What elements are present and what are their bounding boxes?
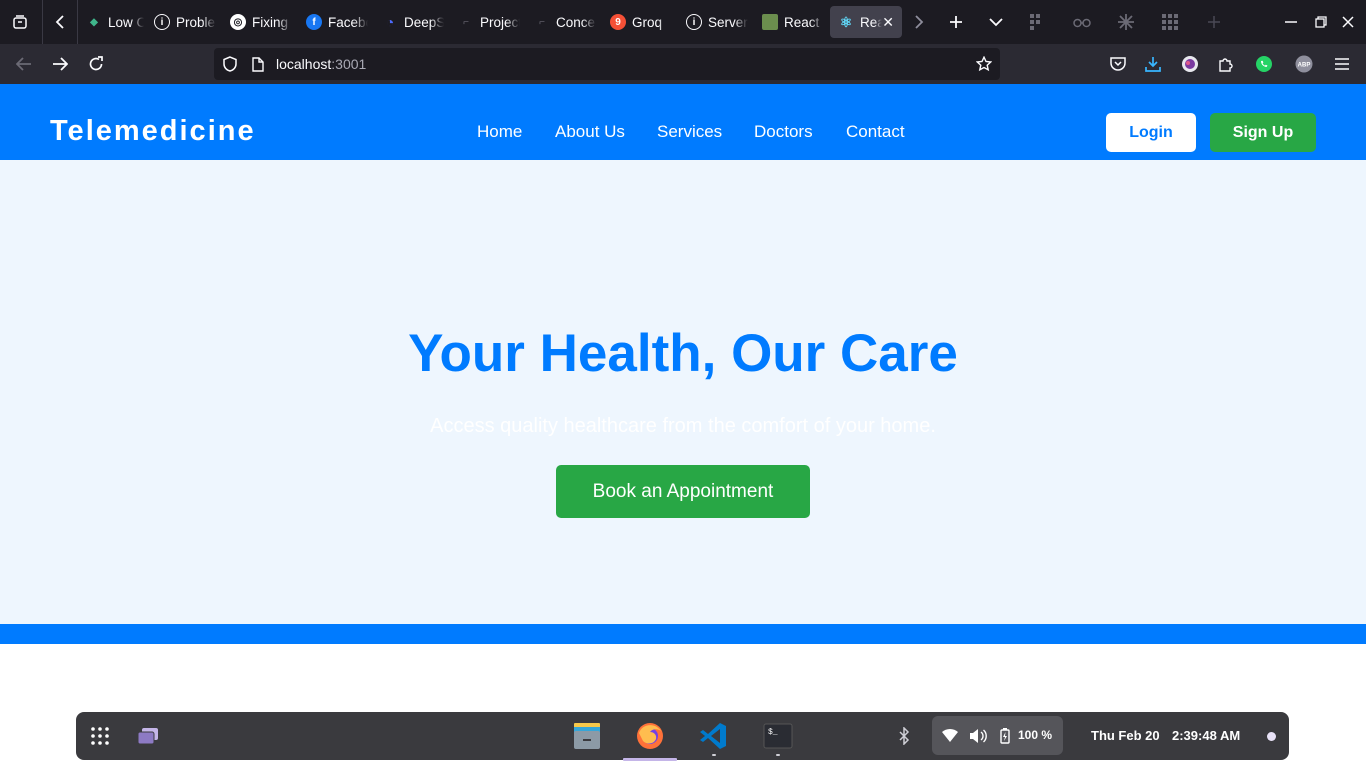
info-icon: i: [154, 14, 170, 30]
tab-fixing[interactable]: ◎ Fixing: [222, 6, 292, 38]
tab-label: React App: [860, 14, 882, 30]
url-bar[interactable]: localhost:3001: [214, 48, 1000, 80]
nav-link-home[interactable]: Home: [477, 122, 522, 142]
nav-link-services[interactable]: Services: [657, 122, 722, 142]
battery-icon: [1000, 728, 1010, 749]
reload-icon[interactable]: [80, 48, 112, 80]
tab-label: DeepSeek: [404, 14, 444, 30]
tab-label: Low Code: [108, 14, 144, 30]
tab-problem[interactable]: i Problem: [146, 6, 216, 38]
hero-subtitle: Access quality healthcare from the comfo…: [430, 415, 936, 437]
site-header: Telemedicine Home About Us Services Doct…: [0, 84, 1366, 160]
section-divider: [0, 624, 1366, 644]
openai-icon: ◎: [230, 14, 246, 30]
list-all-tabs-icon[interactable]: [978, 0, 1014, 44]
login-button[interactable]: Login: [1106, 113, 1196, 152]
close-window-icon[interactable]: [1330, 0, 1366, 44]
tabs-scroll-left-icon[interactable]: [44, 0, 76, 44]
tab-concepts[interactable]: ⌐ Concepts: [526, 6, 598, 38]
volume-icon: [969, 728, 987, 749]
hero-title: Your Health, Our Care: [408, 324, 958, 383]
tab-groq[interactable]: 9 Groq: [602, 6, 674, 38]
new-tab-icon[interactable]: [938, 0, 974, 44]
tabs-scroll-right-icon[interactable]: [902, 0, 936, 44]
tab-label: Facebook: [328, 14, 368, 30]
app-grid-icon[interactable]: [82, 718, 118, 754]
nav-link-contact[interactable]: Contact: [846, 122, 905, 142]
signup-button[interactable]: Sign Up: [1210, 113, 1316, 152]
tab-low-code[interactable]: ◆ Low Code: [78, 6, 144, 38]
whatsapp-icon[interactable]: [1248, 48, 1280, 80]
tab-server[interactable]: i Server: [678, 6, 750, 38]
info-icon: i: [686, 14, 702, 30]
profile-extension-icon[interactable]: [1174, 48, 1206, 80]
tab-react-app-active[interactable]: ⚛ React App ✕: [830, 6, 902, 38]
svg-text:$_: $_: [768, 728, 778, 737]
firefox-icon[interactable]: [623, 718, 677, 761]
clock-date[interactable]: Thu Feb 20: [1091, 728, 1160, 743]
clock-time[interactable]: 2:39:48 AM: [1172, 728, 1240, 743]
pocket-icon[interactable]: [1102, 48, 1134, 80]
github-icon: ⌐: [539, 16, 545, 28]
hero-section: Your Health, Our Care Access quality hea…: [0, 160, 1366, 624]
svg-text:ABP: ABP: [1298, 63, 1311, 69]
running-indicator: [776, 754, 780, 756]
url-host: localhost: [276, 56, 332, 72]
apps-grid-icon[interactable]: [1152, 0, 1188, 44]
browser-toolbar: localhost:3001 ABP: [0, 44, 1366, 84]
facebook-icon: f: [306, 14, 322, 30]
tab-label: Groq: [632, 14, 663, 30]
tab-label: Project: [480, 14, 520, 30]
running-indicator: [712, 754, 716, 756]
battery-percentage: 100 %: [1018, 728, 1053, 742]
extension-grid-icon[interactable]: [1020, 0, 1056, 44]
deepseek-icon: ◔: [385, 14, 395, 30]
groq-icon: 9: [610, 14, 626, 30]
taskbar-dock: $_ 100 % Thu Feb 20 2:39:48 AM: [76, 712, 1289, 761]
nav-link-about-us[interactable]: About Us: [555, 122, 625, 142]
terminal-icon[interactable]: $_: [760, 718, 796, 756]
back-icon[interactable]: [8, 48, 40, 80]
files-icon[interactable]: [569, 718, 605, 754]
extensions-puzzle-icon[interactable]: [1210, 48, 1242, 80]
wifi-icon: [941, 727, 959, 748]
brand-logo[interactable]: Telemedicine: [50, 112, 256, 150]
firefox-view-icon[interactable]: [2, 0, 38, 44]
browser-tab-bar: ◆ Low Code i Problem ◎ Fixing f Facebook…: [0, 0, 1366, 44]
drop-icon: ◆: [90, 16, 98, 28]
snowflake-icon[interactable]: [1108, 0, 1144, 44]
tab-facebook[interactable]: f Facebook: [298, 6, 368, 38]
tab-deepseek[interactable]: ◔ DeepSeek: [374, 6, 444, 38]
bluetooth-icon[interactable]: [892, 718, 916, 754]
react-icon: ⚛: [839, 13, 853, 30]
tab-label: Fixing: [252, 14, 289, 30]
nav-link-doctors[interactable]: Doctors: [754, 122, 813, 142]
notification-dot[interactable]: [1267, 732, 1276, 741]
image-thumbnail-icon: [762, 14, 778, 30]
forward-icon[interactable]: [44, 48, 76, 80]
book-appointment-button[interactable]: Book an Appointment: [556, 465, 810, 518]
shield-icon[interactable]: [218, 48, 242, 80]
tab-label: React: [784, 14, 820, 30]
page-icon[interactable]: [246, 48, 270, 80]
url-port: :3001: [331, 56, 367, 72]
tab-react[interactable]: React: [754, 6, 826, 38]
bookmark-star-icon[interactable]: [972, 48, 996, 80]
adblock-icon[interactable]: ABP: [1288, 48, 1320, 80]
github-icon: ⌐: [463, 16, 469, 28]
url-text[interactable]: localhost:3001: [276, 56, 366, 72]
tab-label: Server: [708, 14, 748, 30]
workspaces-icon[interactable]: [130, 718, 166, 754]
tab-label: Concepts: [556, 14, 596, 30]
tab-label: Problem: [176, 14, 216, 30]
add-icon[interactable]: [1196, 0, 1232, 44]
tab-project[interactable]: ⌐ Project: [450, 6, 522, 38]
close-tab-icon[interactable]: ✕: [882, 14, 894, 31]
vscode-icon[interactable]: [696, 718, 732, 756]
menu-hamburger-icon[interactable]: [1326, 48, 1358, 80]
glasses-icon[interactable]: [1064, 0, 1100, 44]
downloads-icon[interactable]: [1137, 48, 1169, 80]
